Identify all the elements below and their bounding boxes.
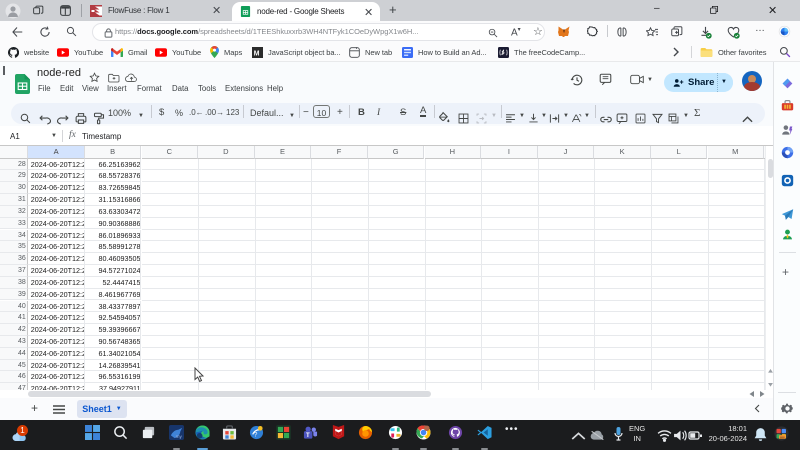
- svg-text:my: my: [176, 434, 183, 439]
- svg-text:T: T: [306, 432, 310, 439]
- svg-text:?: ?: [254, 431, 258, 438]
- svg-text:M: M: [254, 50, 260, 57]
- svg-text:888: 888: [780, 436, 785, 440]
